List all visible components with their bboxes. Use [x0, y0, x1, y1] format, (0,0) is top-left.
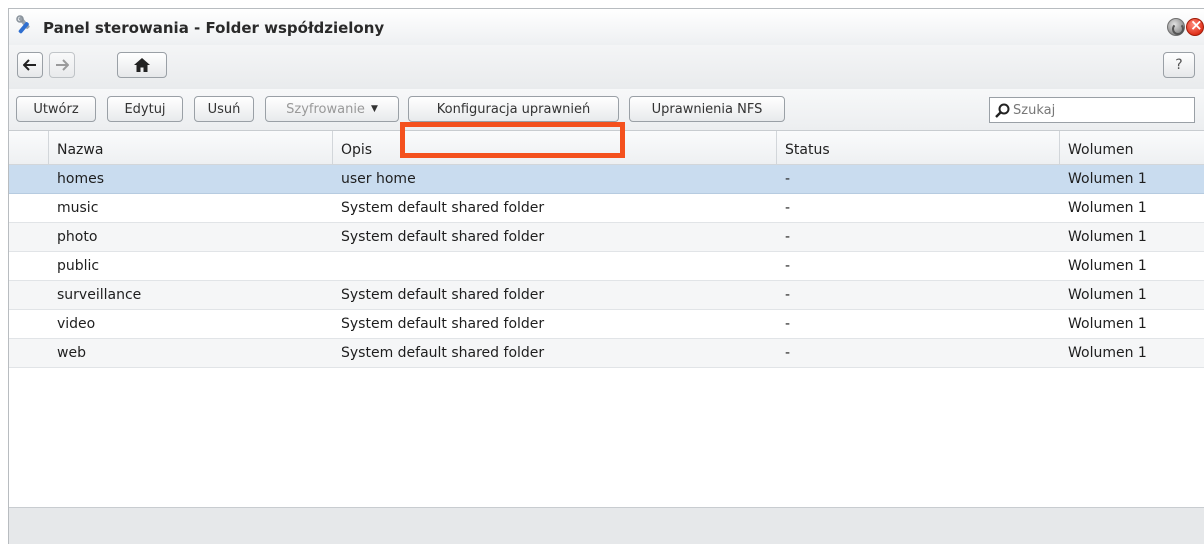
- cell-status: -: [785, 258, 791, 274]
- cell-volume: Wolumen 1: [1068, 316, 1147, 332]
- cell-name: photo: [57, 229, 98, 245]
- forward-button[interactable]: [49, 52, 75, 78]
- cell-name: surveillance: [57, 287, 142, 303]
- cell-volume: Wolumen 1: [1068, 171, 1147, 187]
- window-title: Panel sterowania - Folder współdzielony: [43, 19, 385, 37]
- table-row[interactable]: photo System default shared folder - Wol…: [9, 223, 1204, 252]
- cell-name: music: [57, 200, 99, 216]
- home-icon: [134, 58, 150, 72]
- search-box[interactable]: [989, 97, 1195, 123]
- search-icon: [995, 103, 1010, 118]
- cell-status: -: [785, 316, 791, 332]
- cell-volume: Wolumen 1: [1068, 345, 1147, 361]
- cell-status: -: [785, 200, 791, 216]
- column-header-status[interactable]: Status: [777, 131, 1060, 165]
- cell-status: -: [785, 229, 791, 245]
- cell-status: -: [785, 171, 791, 187]
- nfs-permissions-button[interactable]: Uprawnienia NFS: [629, 96, 785, 122]
- highlight-annotation-box: [400, 122, 625, 158]
- cell-description: System default shared folder: [341, 229, 545, 245]
- delete-button[interactable]: Usuń: [194, 96, 254, 122]
- table-row[interactable]: web System default shared folder - Wolum…: [9, 339, 1204, 368]
- cell-name: homes: [57, 171, 104, 187]
- cell-volume: Wolumen 1: [1068, 229, 1147, 245]
- home-button[interactable]: [117, 52, 167, 78]
- cell-description: System default shared folder: [341, 345, 545, 361]
- table-row[interactable]: public - Wolumen 1: [9, 252, 1204, 281]
- cell-description: System default shared folder: [341, 287, 545, 303]
- cell-name: web: [57, 345, 86, 361]
- create-button[interactable]: Utwórz: [16, 96, 96, 122]
- cell-description: System default shared folder: [341, 200, 545, 216]
- table-row[interactable]: music System default shared folder - Wol…: [9, 194, 1204, 223]
- shared-folders-table: Nazwa Opis Status Wolumen homes user hom…: [9, 131, 1204, 507]
- column-header-icon[interactable]: [9, 131, 49, 165]
- table-body: homes user home - Wolumen 1 music System…: [9, 165, 1204, 368]
- encryption-label: Szyfrowanie: [286, 101, 365, 117]
- cell-volume: Wolumen 1: [1068, 258, 1147, 274]
- column-header-name[interactable]: Nazwa: [49, 131, 333, 165]
- status-bar: [9, 507, 1204, 544]
- search-input[interactable]: [1013, 102, 1188, 118]
- control-panel-window: Panel sterowania - Folder współdzielony …: [8, 8, 1204, 544]
- cell-description: user home: [341, 171, 416, 187]
- table-row[interactable]: video System default shared folder - Wol…: [9, 310, 1204, 339]
- table-row[interactable]: homes user home - Wolumen 1: [9, 165, 1204, 194]
- arrow-right-icon: [56, 59, 69, 71]
- cell-status: -: [785, 287, 791, 303]
- navigation-bar: ?: [9, 45, 1204, 89]
- help-label: ?: [1175, 57, 1183, 73]
- title-bar: Panel sterowania - Folder współdzielony: [9, 9, 1204, 45]
- back-button[interactable]: [17, 52, 43, 78]
- caret-down-icon: ▼: [370, 104, 378, 114]
- help-button[interactable]: ?: [1163, 52, 1195, 78]
- control-panel-tools-icon: [15, 14, 37, 36]
- edit-button[interactable]: Edytuj: [107, 96, 183, 122]
- cell-volume: Wolumen 1: [1068, 200, 1147, 216]
- encryption-dropdown[interactable]: Szyfrowanie ▼: [265, 96, 399, 122]
- cell-description: System default shared folder: [341, 316, 545, 332]
- close-button[interactable]: [1186, 16, 1204, 36]
- column-header-volume[interactable]: Wolumen: [1060, 131, 1204, 165]
- minimize-button[interactable]: [1167, 18, 1185, 36]
- cell-status: -: [785, 345, 791, 361]
- arrow-left-icon: [23, 59, 36, 71]
- cell-name: public: [57, 258, 100, 274]
- table-row[interactable]: surveillance System default shared folde…: [9, 281, 1204, 310]
- cell-name: video: [57, 316, 96, 332]
- permissions-config-button[interactable]: Konfiguracja uprawnień: [408, 96, 619, 122]
- cell-volume: Wolumen 1: [1068, 287, 1147, 303]
